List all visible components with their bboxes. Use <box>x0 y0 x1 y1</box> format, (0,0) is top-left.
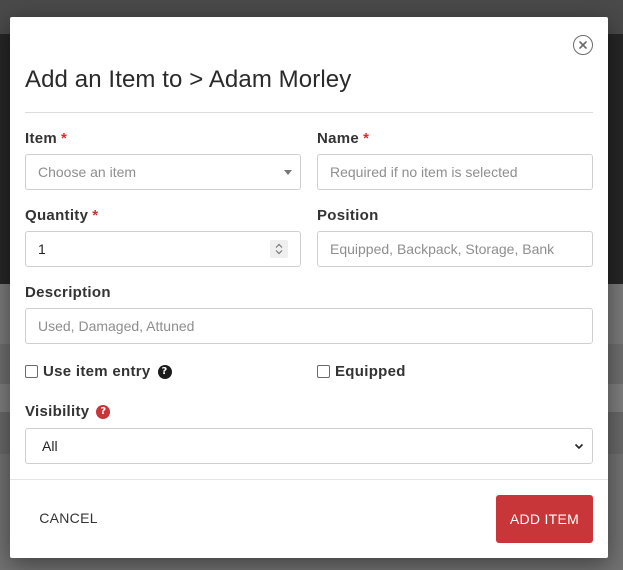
help-icon[interactable]: ? <box>157 364 172 379</box>
use-item-entry-row[interactable]: Use item entry ? <box>25 363 172 380</box>
cancel-button[interactable]: CANCEL <box>25 507 112 529</box>
required-marker: * <box>363 130 370 147</box>
spinner-icon[interactable] <box>270 240 288 258</box>
visibility-value: All <box>42 438 58 454</box>
item-select[interactable]: Choose an item <box>25 154 301 190</box>
equipped-checkbox[interactable] <box>317 365 330 378</box>
equipped-row[interactable]: Equipped <box>317 363 406 380</box>
quantity-stepper[interactable]: 1 <box>25 231 301 267</box>
chevron-down-icon <box>574 443 584 450</box>
visibility-help-icon[interactable]: ? <box>96 404 111 419</box>
position-label: Position <box>317 207 379 224</box>
footer-divider <box>10 479 608 480</box>
quantity-value: 1 <box>38 241 46 257</box>
spinner-arrows-icon <box>275 243 283 255</box>
dialog-title: Add an Item to > Adam Morley <box>25 66 352 93</box>
required-marker: * <box>61 130 68 147</box>
description-label: Description <box>25 284 111 301</box>
add-item-button[interactable]: ADD ITEM <box>496 495 593 543</box>
caret-down-icon <box>284 170 292 175</box>
description-input[interactable]: Used, Damaged, Attuned <box>25 308 593 344</box>
close-icon <box>579 41 587 49</box>
quantity-label: Quantity * <box>25 207 98 224</box>
add-item-dialog: Add an Item to > Adam Morley Item * Choos… <box>10 17 608 558</box>
visibility-label: Visibility ? <box>25 403 111 420</box>
item-select-placeholder: Choose an item <box>38 164 137 180</box>
use-item-entry-label: Use item entry <box>43 363 151 380</box>
item-label-text: Item <box>25 130 58 147</box>
name-label-text: Name <box>317 130 360 147</box>
name-label: Name * <box>317 130 369 147</box>
item-label: Item * <box>25 130 67 147</box>
name-input[interactable]: Required if no item is selected <box>317 154 593 190</box>
required-marker: * <box>92 207 99 224</box>
equipped-label: Equipped <box>335 363 406 380</box>
description-input-placeholder: Used, Damaged, Attuned <box>38 318 195 334</box>
header-divider <box>25 112 593 113</box>
use-item-entry-checkbox[interactable] <box>25 365 38 378</box>
quantity-label-text: Quantity <box>25 207 89 224</box>
position-input-placeholder: Equipped, Backpack, Storage, Bank <box>330 241 555 257</box>
name-input-placeholder: Required if no item is selected <box>330 164 518 180</box>
close-button[interactable] <box>573 35 593 55</box>
position-input[interactable]: Equipped, Backpack, Storage, Bank <box>317 231 593 267</box>
visibility-label-text: Visibility <box>25 403 90 420</box>
visibility-select[interactable]: All <box>25 428 593 464</box>
